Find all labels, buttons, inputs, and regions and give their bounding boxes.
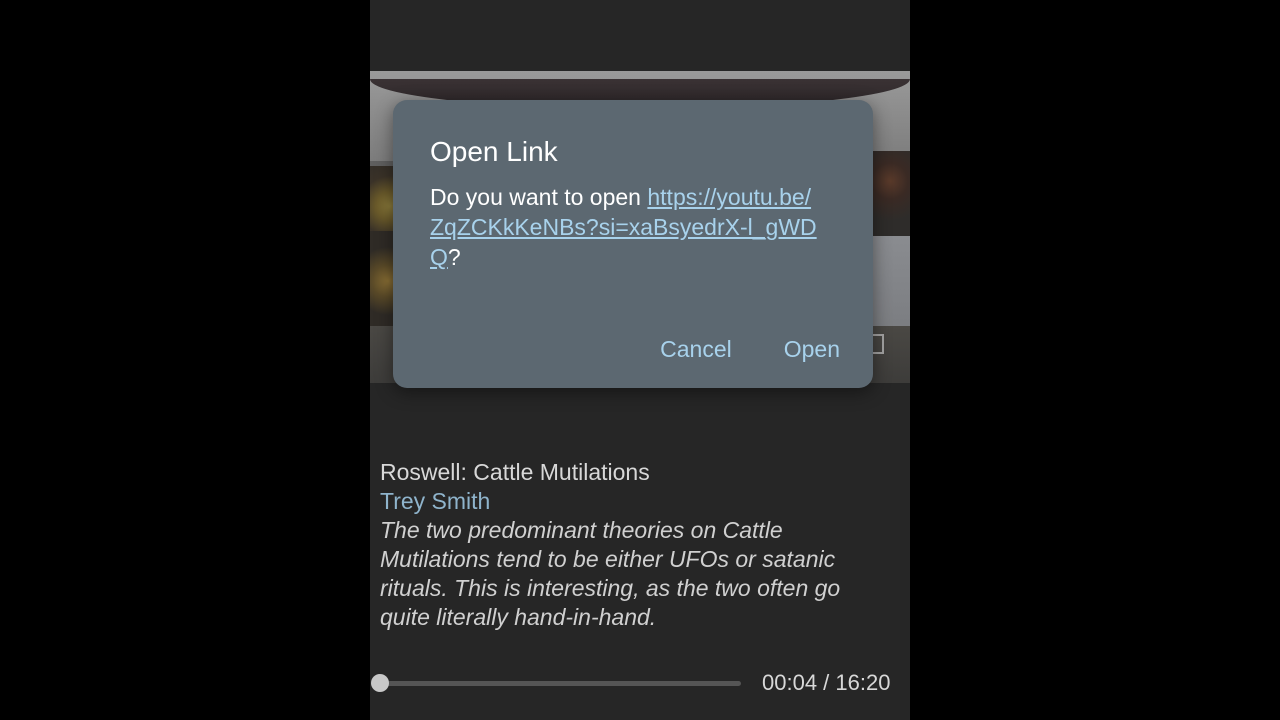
video-info: Roswell: Cattle Mutilations Trey Smith T… xyxy=(380,457,900,632)
cancel-button[interactable]: Cancel xyxy=(660,334,732,364)
seek-bar[interactable] xyxy=(379,681,741,686)
video-author-link[interactable]: Trey Smith xyxy=(380,487,900,516)
player-controls: 00:04 / 16:20 xyxy=(370,666,910,700)
dialog-message: Do you want to open https://youtu.be/ZqZ… xyxy=(430,182,820,272)
dialog-title: Open Link xyxy=(430,136,558,167)
video-title: Roswell: Cattle Mutilations xyxy=(380,459,650,485)
video-figure-body xyxy=(870,236,910,336)
seek-thumb[interactable] xyxy=(371,674,390,692)
dialog-message-suffix: ? xyxy=(447,244,461,270)
dialog-message-prefix: Do you want to open xyxy=(430,184,648,210)
open-link-dialog: Open Link Do you want to open https://yo… xyxy=(393,100,873,388)
video-description: The two predominant theories on Cattle M… xyxy=(380,517,841,630)
open-button[interactable]: Open xyxy=(784,334,840,364)
dialog-actions: Cancel Open xyxy=(660,334,840,364)
time-readout: 00:04 / 16:20 xyxy=(762,670,891,695)
